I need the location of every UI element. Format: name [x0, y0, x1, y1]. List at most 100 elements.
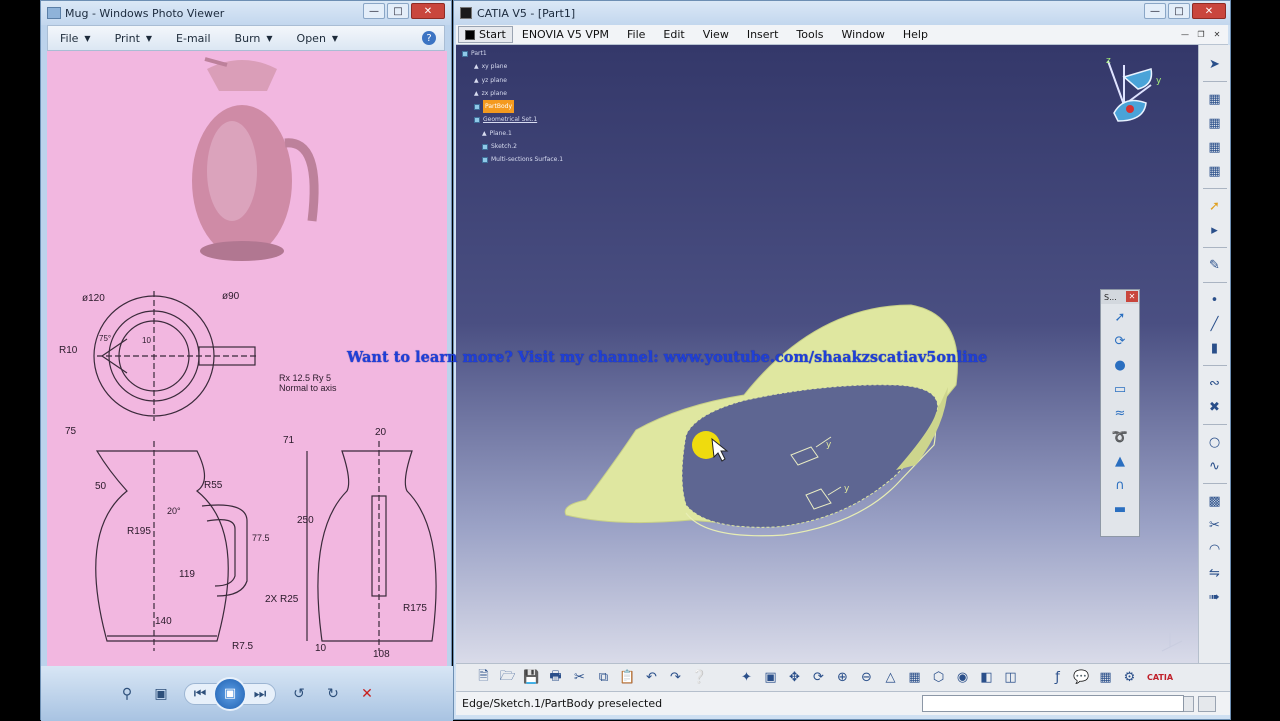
paste-icon[interactable]: 📋 — [616, 667, 639, 689]
line-icon[interactable]: ╱ — [1204, 313, 1226, 335]
plane-icon[interactable]: ▮ — [1204, 337, 1226, 359]
doc-minimize-button[interactable]: — — [1178, 28, 1192, 40]
whats-this-icon[interactable]: ❔ — [688, 667, 711, 689]
menu-email[interactable]: E-mail — [164, 32, 223, 45]
compass-icon[interactable]: z y — [1096, 55, 1166, 130]
fill-icon[interactable]: ▲ — [1109, 450, 1131, 472]
extrude-icon[interactable]: ➚ — [1109, 306, 1131, 328]
pan-icon[interactable]: ✥ — [783, 667, 806, 689]
table-icon[interactable]: ▦ — [1094, 667, 1117, 689]
transform-icon[interactable]: ⇋ — [1204, 562, 1226, 584]
fillet-icon[interactable]: ◠ — [1204, 538, 1226, 560]
fly-mode-icon[interactable]: ✦ — [735, 667, 758, 689]
offset-icon[interactable]: ≈ — [1109, 402, 1131, 424]
iso-view-icon[interactable]: ⬡ — [927, 667, 950, 689]
menu-view[interactable]: View — [694, 28, 738, 41]
fit-all-icon[interactable]: ▣ — [759, 667, 782, 689]
select-icon[interactable]: ➚ — [1204, 195, 1226, 217]
tree-root[interactable]: Part1 — [462, 47, 563, 60]
doc-restore-button[interactable]: ❐ — [1194, 28, 1208, 40]
menu-open[interactable]: Open ▼ — [285, 32, 351, 45]
copy-icon[interactable]: ⧉ — [592, 667, 615, 689]
help-icon[interactable]: ? — [422, 31, 436, 45]
blend-icon[interactable]: ▬ — [1109, 498, 1131, 520]
menu-file[interactable]: File ▼ — [48, 32, 103, 45]
revolve-icon[interactable]: ⟳ — [1109, 330, 1131, 352]
new-icon[interactable]: 🗎 — [472, 667, 495, 689]
surfaces-toolbar-title[interactable]: S... ✕ — [1101, 290, 1139, 304]
minimize-button[interactable]: — — [1144, 3, 1166, 19]
zoom-icon[interactable]: ⚲ — [116, 683, 138, 705]
swap-visible-icon[interactable]: ◫ — [999, 667, 1022, 689]
menu-tools[interactable]: Tools — [787, 28, 832, 41]
formula-icon[interactable]: ƒ — [1046, 667, 1069, 689]
multi-section-icon[interactable]: ∩ — [1109, 474, 1131, 496]
shading-icon[interactable]: ◉ — [951, 667, 974, 689]
next-icon[interactable]: ⏭ — [249, 683, 271, 705]
sketch-icon[interactable]: ✎ — [1204, 254, 1226, 276]
tool-icon[interactable]: ▦ — [1204, 88, 1226, 110]
menu-insert[interactable]: Insert — [738, 28, 788, 41]
point-icon[interactable]: • — [1204, 289, 1226, 311]
delete-icon[interactable]: ✕ — [356, 683, 378, 705]
status-button[interactable] — [1198, 696, 1216, 712]
menu-window[interactable]: Window — [833, 28, 894, 41]
knowledge-icon[interactable]: ⚙ — [1118, 667, 1141, 689]
menu-print[interactable]: Print ▼ — [103, 32, 164, 45]
projection-icon[interactable]: ∾ — [1204, 372, 1226, 394]
minimize-button[interactable]: — — [363, 3, 385, 19]
tree-item-partbody[interactable]: PartBody — [462, 100, 563, 114]
rotate-icon[interactable]: ⟳ — [807, 667, 830, 689]
tree-item-xy-plane[interactable]: ▲ xy plane — [462, 60, 563, 73]
normal-view-icon[interactable]: △ — [879, 667, 902, 689]
hide-show-icon[interactable]: ◧ — [975, 667, 998, 689]
tree-item-multisection[interactable]: Multi-sections Surface.1 — [462, 153, 563, 166]
save-icon[interactable]: 💾 — [520, 667, 543, 689]
sphere-icon[interactable]: ● — [1109, 354, 1131, 376]
menu-start[interactable]: Start — [458, 26, 513, 43]
cylinder-icon[interactable]: ▭ — [1109, 378, 1131, 400]
comment-icon[interactable]: 💬 — [1070, 667, 1093, 689]
maximize-button[interactable]: □ — [1168, 3, 1190, 19]
tree-item-plane1[interactable]: ▲ Plane.1 — [462, 127, 563, 140]
rotate-counterclockwise-icon[interactable]: ↺ — [288, 683, 310, 705]
previous-icon[interactable]: ⏮ — [189, 683, 211, 705]
menu-edit[interactable]: Edit — [654, 28, 693, 41]
menu-file[interactable]: File — [618, 28, 654, 41]
tool-icon[interactable]: ▦ — [1204, 112, 1226, 134]
close-icon[interactable]: ✕ — [1126, 291, 1138, 302]
menu-burn[interactable]: Burn ▼ — [223, 32, 285, 45]
rotate-clockwise-icon[interactable]: ↻ — [322, 683, 344, 705]
tree-item-yz-plane[interactable]: ▲ yz plane — [462, 74, 563, 87]
catia-titlebar[interactable]: CATIA V5 - [Part1] — [454, 1, 1230, 25]
close-button[interactable]: ✕ — [1192, 3, 1226, 19]
zoom-out-icon[interactable]: ⊖ — [855, 667, 878, 689]
expand-arrow-icon[interactable]: ▸ — [1204, 219, 1226, 241]
redo-icon[interactable]: ↷ — [664, 667, 687, 689]
cut-icon[interactable]: ✂ — [568, 667, 591, 689]
tree-item-zx-plane[interactable]: ▲ zx plane — [462, 87, 563, 100]
tool-icon[interactable]: ▦ — [1204, 160, 1226, 182]
tool-icon[interactable]: ▦ — [1204, 136, 1226, 158]
intersection-icon[interactable]: ✖ — [1204, 396, 1226, 418]
spline-icon[interactable]: ∿ — [1204, 455, 1226, 477]
sweep-icon[interactable]: ➰ — [1109, 426, 1131, 448]
menu-enovia[interactable]: ENOVIA V5 VPM — [513, 28, 618, 41]
actual-size-icon[interactable]: ▣ — [150, 683, 172, 705]
join-icon[interactable]: ▩ — [1204, 490, 1226, 512]
extrapolate-icon[interactable]: ➠ — [1204, 586, 1226, 608]
workbench-icon[interactable]: ➤ — [1204, 53, 1226, 75]
circle-icon[interactable]: ○ — [1204, 431, 1226, 453]
command-input[interactable] — [922, 695, 1184, 712]
tree-item-geoset[interactable]: Geometrical Set.1 — [462, 113, 563, 126]
open-icon[interactable]: 🗁 — [496, 667, 519, 689]
print-icon[interactable]: 🖶 — [544, 667, 567, 689]
doc-close-button[interactable]: ✕ — [1210, 28, 1224, 40]
menu-help[interactable]: Help — [894, 28, 937, 41]
multi-view-icon[interactable]: ▦ — [903, 667, 926, 689]
tree-item-sketch2[interactable]: Sketch.2 — [462, 140, 563, 153]
multi-section-surface[interactable]: y y — [556, 295, 976, 565]
maximize-button[interactable]: □ — [387, 3, 409, 19]
slideshow-button[interactable]: ▣ — [213, 676, 247, 711]
close-button[interactable]: ✕ — [411, 3, 445, 19]
